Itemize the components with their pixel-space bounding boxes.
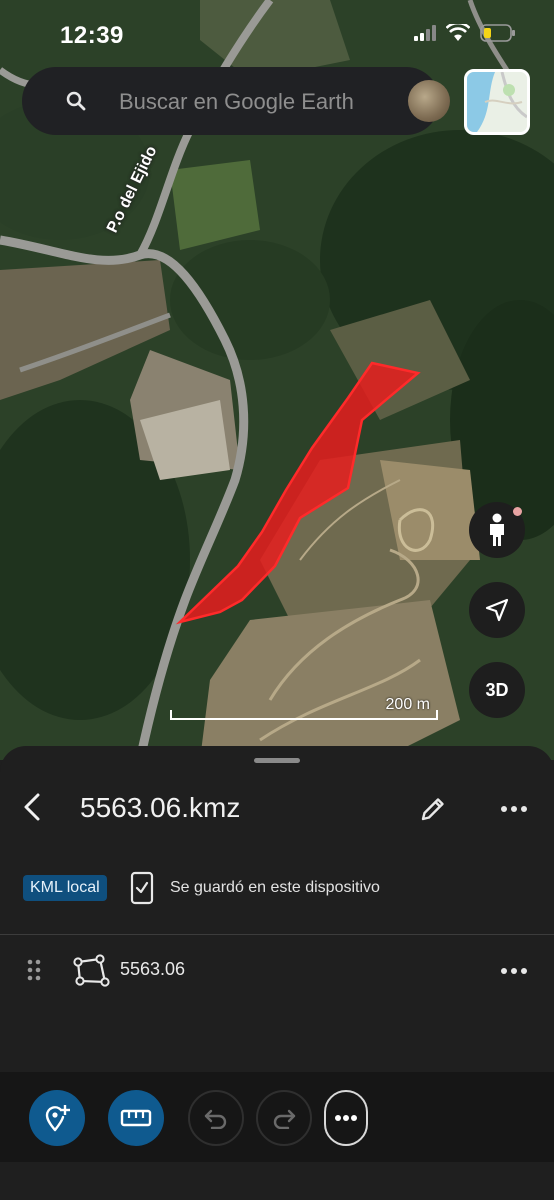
back-icon[interactable] [16, 790, 50, 824]
toggle-3d-button[interactable]: 3D [469, 662, 525, 718]
edit-toolbar [0, 1072, 554, 1162]
file-title: 5563.06.kmz [80, 792, 241, 823]
pegman-icon [490, 513, 504, 546]
kml-local-badge: KML local [23, 875, 107, 901]
ruler-icon [120, 1109, 152, 1127]
wifi-icon [446, 24, 470, 41]
map-thumbnail-icon [467, 72, 527, 132]
feature-name: 5563.06 [120, 959, 186, 979]
battery-icon [480, 24, 515, 42]
map-style-button[interactable] [464, 69, 530, 135]
notification-dot [513, 507, 522, 516]
toolbar-more-button[interactable] [324, 1090, 368, 1146]
navigation-arrow-icon [485, 598, 509, 622]
search-icon [66, 91, 86, 111]
undo-button[interactable] [188, 1090, 244, 1146]
drag-handle-icon[interactable] [27, 958, 41, 982]
saved-status-text: Se guardó en este dispositivo [170, 879, 380, 896]
polygon-icon [73, 954, 110, 987]
clock: 12:39 [60, 22, 124, 49]
scale-line [170, 710, 438, 720]
add-placemark-button[interactable] [29, 1090, 85, 1146]
cellular-signal-icon [414, 25, 436, 41]
project-sheet: 5563.06.kmz KML local Se guardó en este … [0, 746, 554, 1200]
sheet-drag-handle[interactable] [254, 758, 300, 763]
edit-pencil-icon[interactable] [418, 794, 448, 824]
satellite-map[interactable]: 12:39 Buscar en Google Earth P.o del Eji… [0, 0, 554, 760]
status-icons [414, 24, 516, 42]
scale-bar: 200 m [170, 692, 438, 722]
measure-button[interactable] [108, 1090, 164, 1146]
status-bar: 12:39 [0, 0, 554, 70]
more-icon [335, 1115, 357, 1121]
my-location-button[interactable] [469, 582, 525, 638]
street-view-button[interactable] [469, 502, 525, 558]
more-options-icon[interactable] [498, 794, 530, 824]
redo-button[interactable] [256, 1090, 312, 1146]
storage-status-row: KML local Se guardó en este dispositivo [0, 870, 554, 910]
feature-more-icon[interactable] [498, 959, 530, 983]
device-saved-icon [130, 871, 154, 905]
search-bar[interactable]: Buscar en Google Earth [22, 67, 450, 135]
feature-list-item[interactable]: 5563.06 [0, 946, 554, 996]
divider [0, 934, 554, 935]
sheet-header: 5563.06.kmz [0, 780, 554, 836]
search-input[interactable]: Buscar en Google Earth [119, 89, 354, 115]
account-avatar[interactable] [408, 80, 450, 122]
add-place-icon [45, 1105, 70, 1132]
undo-icon [204, 1109, 227, 1129]
redo-icon [273, 1109, 296, 1129]
